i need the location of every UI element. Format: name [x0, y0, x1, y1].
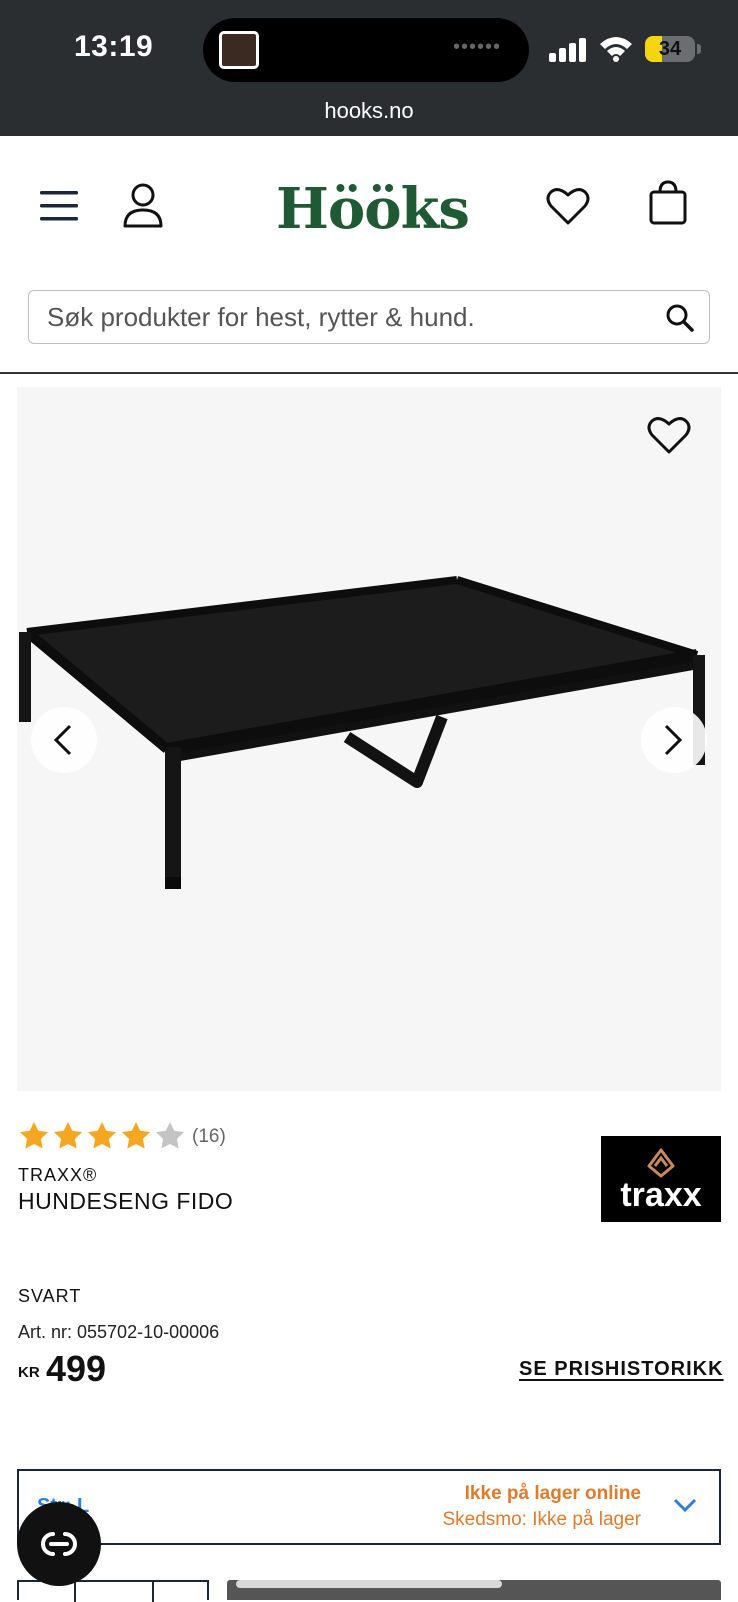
- status-time: 13:19: [74, 30, 154, 63]
- home-indicator: [236, 1580, 502, 1588]
- battery-tip: [697, 44, 701, 54]
- stock-status-online: Ikke på lager online: [464, 1483, 641, 1504]
- mountain-logo-icon: [647, 1148, 675, 1178]
- star-filled-icon: [20, 1122, 48, 1149]
- rating-count[interactable]: (16): [192, 1126, 226, 1148]
- chevron-left-icon: [53, 724, 72, 756]
- brand-logo-text: traxx: [620, 1176, 702, 1214]
- chevron-down-icon: [673, 1498, 697, 1513]
- bag-icon[interactable]: [648, 180, 688, 226]
- url-bar[interactable]: hooks.no: [0, 98, 738, 124]
- menu-icon[interactable]: [40, 190, 78, 222]
- dynamic-island: ••••••: [203, 18, 529, 82]
- battery-icon: 34: [645, 36, 695, 62]
- product-brand[interactable]: TRAXX®: [18, 1165, 97, 1186]
- chat-icon: [41, 1532, 77, 1556]
- product-price: 499: [46, 1348, 107, 1389]
- site-header: Hööks: [0, 136, 738, 374]
- search-icon[interactable]: [665, 303, 695, 333]
- signal-icon: [549, 36, 589, 62]
- size-selector[interactable]: Str: L Ikke på lager online Skedsmo: Ikk…: [17, 1469, 721, 1545]
- star-filled-icon: [88, 1122, 116, 1149]
- status-bar: 13:19 •••••• 34 hooks.no: [0, 0, 738, 136]
- brand-logo[interactable]: traxx: [601, 1136, 721, 1222]
- product-color: SVART: [18, 1286, 82, 1306]
- wifi-icon: [600, 37, 632, 62]
- star-filled-icon: [54, 1122, 82, 1149]
- product-image-gallery[interactable]: [17, 387, 721, 1091]
- search-input[interactable]: [47, 291, 637, 343]
- site-logo[interactable]: Hööks: [276, 176, 470, 242]
- star-filled-icon: [122, 1122, 150, 1149]
- product-photo-dog-bed: [19, 576, 705, 889]
- article-number: Art. nr: 055702-10-00006: [18, 1322, 220, 1342]
- gallery-prev-button[interactable]: [31, 707, 97, 773]
- price-history-link[interactable]: SE PRISHISTORIKK: [519, 1358, 724, 1381]
- now-playing-thumbnail: [219, 31, 259, 69]
- user-icon[interactable]: [122, 182, 164, 228]
- chevron-right-icon: [664, 724, 683, 756]
- stock-status-store: Skedsmo: Ikke på lager: [442, 1509, 641, 1530]
- star-empty-icon: [156, 1122, 184, 1149]
- quantity-divider: [152, 1582, 154, 1602]
- product-name: HUNDESENG FIDO: [18, 1188, 234, 1214]
- gallery-next-button[interactable]: [641, 707, 707, 773]
- battery-percent: 34: [658, 38, 682, 60]
- chat-button[interactable]: [17, 1502, 101, 1586]
- heart-icon[interactable]: [546, 186, 590, 226]
- island-dots-icon: ••••••: [452, 36, 501, 58]
- price-currency: KR: [18, 1364, 40, 1381]
- quantity-divider: [74, 1582, 76, 1602]
- favorite-heart-icon[interactable]: [647, 415, 691, 455]
- search-box: [28, 290, 710, 344]
